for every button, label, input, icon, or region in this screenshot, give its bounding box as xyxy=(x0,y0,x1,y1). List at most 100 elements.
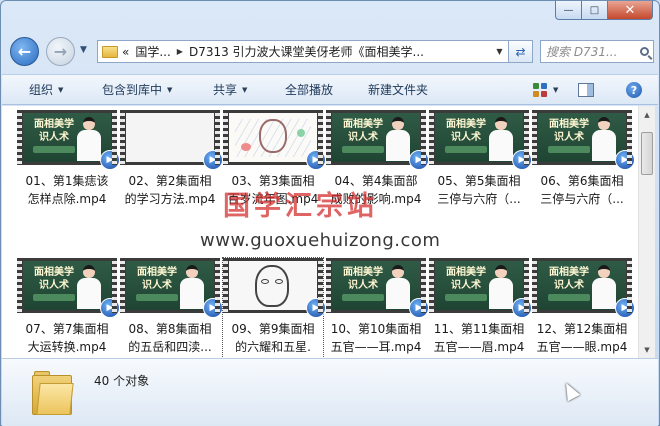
thumbnail-title-line2: 识人术 xyxy=(554,280,584,291)
thumbnail-title-line1: 面相美学 xyxy=(549,267,589,278)
address-dropdown-icon[interactable]: ▼ xyxy=(491,41,508,62)
thumbnail-title-line2: 识人术 xyxy=(142,280,172,291)
scroll-down-icon[interactable]: ▼ xyxy=(639,341,655,358)
thumbnail-frame xyxy=(229,113,317,162)
thumbnail-frame xyxy=(126,113,214,162)
video-thumbnail: 面相美学 识人术 ▶ xyxy=(120,258,223,318)
file-item[interactable]: ▶ 02、第2集面相 的学习方法.mp4 xyxy=(118,110,223,230)
watermark-title: 国学汇宗站 xyxy=(223,191,378,222)
file-name-line1: 01、第1集痣该 xyxy=(25,174,109,188)
media-player-icon: ▶ xyxy=(512,150,532,170)
presenter-image xyxy=(77,117,101,161)
thumbnail-title-line2: 识人术 xyxy=(348,280,378,291)
file-item[interactable]: 面相美学 识人术 ▶ 01、第1集痣该 怎样点除.mp4 xyxy=(17,110,120,230)
share-menu[interactable]: 共享 ▼ xyxy=(213,81,247,98)
video-thumbnail: 面相美学 识人术 ▶ xyxy=(532,258,635,318)
thumbnail-title-line1: 面相美学 xyxy=(34,119,74,130)
file-item[interactable]: 面相美学 识人术 ▶ 05、第5集面相 三停与六府（... xyxy=(429,110,532,230)
file-name-line2: 三停与六府（... xyxy=(437,192,521,206)
file-name-line1: 08、第8集面相 xyxy=(128,322,212,336)
watermark-url: www.guoxuehuizong.com xyxy=(200,230,441,251)
media-player-icon: ▶ xyxy=(409,150,429,170)
video-thumbnail: ▶ xyxy=(223,258,326,318)
address-overflow[interactable]: « xyxy=(122,45,129,59)
thumbnail-frame: 面相美学 识人术 xyxy=(23,261,111,310)
breadcrumb-segment-2[interactable]: D7313 引力波大课堂美伢老师《面相美学... xyxy=(189,43,424,60)
thumbnail-frame: 面相美学 识人术 xyxy=(435,113,523,162)
file-name-line1: 11、第11集面相 xyxy=(433,322,525,336)
thumbnail-title-line1: 面相美学 xyxy=(343,267,383,278)
search-placeholder: 搜索 D731... xyxy=(546,45,618,59)
scroll-up-icon[interactable]: ▲ xyxy=(639,106,655,123)
media-player-icon: ▶ xyxy=(203,298,223,318)
file-name: 02、第2集面相 的学习方法.mp4 xyxy=(118,172,222,208)
thumbnail-frame: 面相美学 识人术 xyxy=(538,113,626,162)
file-item[interactable]: 面相美学 识人术 ▶ 11、第11集面相 五官——眉.mp4 xyxy=(429,258,532,358)
thumbnail-frame: 面相美学 识人术 xyxy=(332,113,420,162)
presenter-image xyxy=(77,265,101,309)
refresh-button[interactable]: ⇄ xyxy=(509,40,533,63)
share-label: 共享 xyxy=(213,83,238,97)
file-name-line2: 的六耀和五星. xyxy=(235,340,311,354)
video-thumbnail: ▶ xyxy=(223,110,326,170)
change-view-button[interactable]: ▼ xyxy=(533,83,558,97)
thumbnail-title-line2: 识人术 xyxy=(39,132,69,143)
new-folder-button[interactable]: 新建文件夹 xyxy=(368,81,428,98)
thumbnail-title-line2: 识人术 xyxy=(451,280,481,291)
file-name-line1: 10、第10集面相 xyxy=(330,322,422,336)
video-thumbnail: 面相美学 识人术 ▶ xyxy=(429,258,532,318)
file-name-line1: 05、第5集面相 xyxy=(437,174,521,188)
include-in-library-menu[interactable]: 包含到库中 ▼ xyxy=(102,81,172,98)
file-name: 09、第9集面相 的六耀和五星. xyxy=(221,320,325,356)
video-thumbnail: 面相美学 识人术 ▶ xyxy=(326,258,429,318)
search-icon[interactable] xyxy=(635,47,653,56)
back-button[interactable]: ← xyxy=(10,37,39,66)
file-item[interactable]: 面相美学 识人术 ▶ 08、第8集面相 的五岳和四渎... xyxy=(118,258,223,358)
maximize-button[interactable]: □ xyxy=(582,1,608,20)
scrollbar-thumb[interactable] xyxy=(641,132,653,175)
help-icon[interactable]: ? xyxy=(626,82,642,98)
play-all-button[interactable]: 全部播放 xyxy=(285,81,333,98)
breadcrumb-segment-1[interactable]: 国学... xyxy=(135,43,170,60)
file-name-line2: 大运转换.mp4 xyxy=(27,340,107,354)
arrow-right-icon: → xyxy=(53,42,68,61)
search-box[interactable]: 搜索 D731... xyxy=(540,40,654,63)
file-item[interactable]: 面相美学 识人术 ▶ 07、第7集面相 大运转换.mp4 xyxy=(17,258,120,358)
close-button[interactable]: ✕ xyxy=(608,1,653,20)
explorer-window: — □ ✕ ← → ▼ « 国学... ▶ D7313 引力波大课堂美伢老师《面… xyxy=(0,0,660,426)
file-item[interactable]: ▶ 09、第9集面相 的六耀和五星. xyxy=(221,257,326,358)
organize-menu[interactable]: 组织 ▼ xyxy=(29,81,63,98)
presenter-image xyxy=(386,265,410,309)
recent-pages-dropdown[interactable]: ▼ xyxy=(80,45,87,55)
file-name: 12、第12集面相 五官——眼.mp4 xyxy=(530,320,634,356)
file-name-line1: 02、第2集面相 xyxy=(128,174,212,188)
thumbnail-frame: 面相美学 识人术 xyxy=(332,261,420,310)
new-folder-label: 新建文件夹 xyxy=(368,83,429,97)
file-name-line2: 五官——眉.mp4 xyxy=(433,340,525,354)
file-item[interactable]: 面相美学 识人术 ▶ 06、第6集面相 三停与六府（... xyxy=(532,110,635,230)
file-name-line2: 的学习方法.mp4 xyxy=(124,192,216,206)
file-name: 10、第10集面相 五官——耳.mp4 xyxy=(324,320,428,356)
thumbnail-title-line2: 识人术 xyxy=(554,132,584,143)
presenter-image xyxy=(489,117,513,161)
preview-pane-icon[interactable] xyxy=(578,83,594,97)
video-thumbnail: 面相美学 识人术 ▶ xyxy=(532,110,635,170)
file-item[interactable]: 面相美学 识人术 ▶ 12、第12集面相 五官——眼.mp4 xyxy=(530,258,635,358)
thumbnail-frame: 面相美学 识人术 xyxy=(435,261,523,310)
file-name-line1: 07、第7集面相 xyxy=(25,322,109,336)
address-bar[interactable]: « 国学... ▶ D7313 引力波大课堂美伢老师《面相美学... ▼ xyxy=(97,40,509,63)
breadcrumb-separator-icon[interactable]: ▶ xyxy=(177,47,183,56)
media-player-icon: ▶ xyxy=(306,150,326,170)
vertical-scrollbar[interactable]: ▲ ▼ xyxy=(638,106,655,358)
file-item[interactable]: 面相美学 识人术 ▶ 10、第10集面相 五官——耳.mp4 xyxy=(324,258,429,358)
file-name-line2: 五官——眼.mp4 xyxy=(536,340,628,354)
file-name-line1: 06、第6集面相 xyxy=(540,174,624,188)
caption-buttons: — □ ✕ xyxy=(555,1,653,20)
file-name: 08、第8集面相 的五岳和四渎... xyxy=(118,320,222,356)
video-thumbnail: 面相美学 识人术 ▶ xyxy=(17,110,120,170)
details-pane: 40 个对象 xyxy=(2,358,658,426)
thumbnail-title-line1: 面相美学 xyxy=(446,119,486,130)
video-thumbnail: ▶ xyxy=(120,110,223,170)
forward-button[interactable]: → xyxy=(46,37,75,66)
minimize-button[interactable]: — xyxy=(555,1,582,20)
